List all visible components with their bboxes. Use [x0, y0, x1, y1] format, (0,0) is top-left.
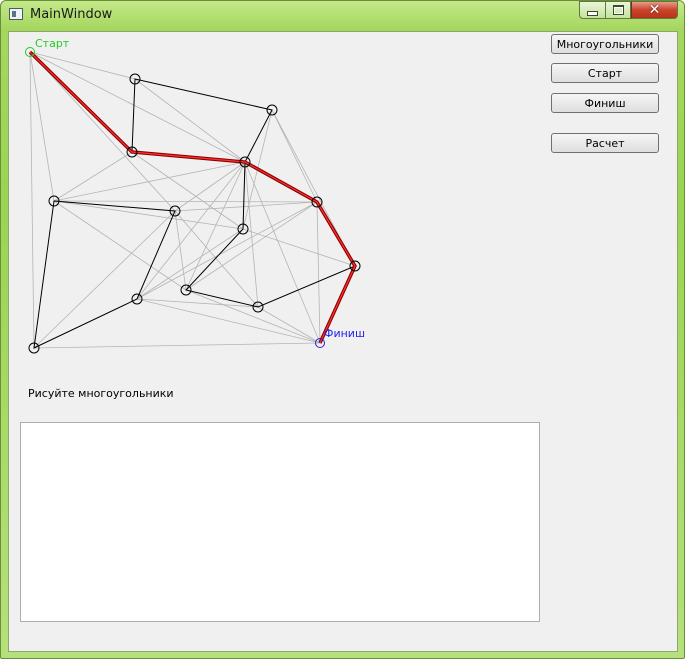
maximize-button[interactable]: [605, 1, 631, 19]
output-text-area[interactable]: [20, 422, 540, 622]
calculate-button[interactable]: Расчет: [551, 133, 659, 153]
finish-button[interactable]: Финиш: [551, 93, 659, 113]
main-window: MainWindow ✕ Старт Финиш Многоугольники …: [0, 0, 685, 659]
drawing-canvas[interactable]: Старт Финиш: [9, 32, 539, 392]
start-label: Старт: [35, 37, 70, 50]
caption-buttons: ✕: [579, 1, 678, 20]
title-bar[interactable]: MainWindow ✕: [1, 1, 684, 31]
polygons-button[interactable]: Многоугольники: [551, 34, 659, 54]
finish-label: Финиш: [324, 327, 365, 340]
maximize-icon: [612, 5, 624, 15]
vertices: [28, 73, 361, 354]
close-button[interactable]: ✕: [631, 1, 678, 19]
visibility-lines: [29, 51, 356, 349]
window-title: MainWindow: [30, 7, 113, 22]
minimize-icon: [587, 10, 598, 16]
status-label: Рисуйте многоугольники: [28, 387, 174, 400]
shortest-path: [28, 50, 357, 344]
minimize-button[interactable]: [579, 1, 605, 19]
close-icon: ✕: [648, 2, 661, 18]
client-area: Старт Финиш Многоугольники Старт Финиш Р…: [8, 31, 678, 652]
polygon-1: [131, 78, 273, 163]
start-button[interactable]: Старт: [551, 63, 659, 83]
path-outline: [28, 50, 357, 344]
polygon-edges: [33, 78, 356, 349]
polygon-2: [33, 200, 176, 349]
app-window-icon: [9, 8, 23, 20]
